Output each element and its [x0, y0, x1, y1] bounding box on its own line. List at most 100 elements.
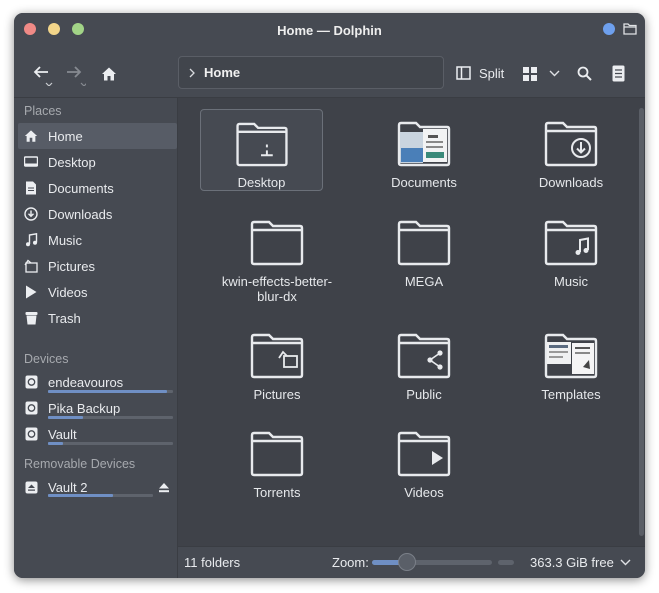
eject-icon — [158, 482, 169, 492]
breadcrumb-home[interactable]: Home — [204, 65, 240, 80]
sidebar-item-label: endeavouros — [48, 374, 124, 390]
folder-videos-icon — [397, 431, 451, 477]
file-item-label: Templates — [541, 387, 601, 402]
disk-icon — [24, 401, 38, 415]
file-item-label: kwin-effects-better-blur-dx — [221, 274, 333, 304]
sidebar-item-label: Pictures — [48, 258, 95, 274]
sidebar-item-label: Videos — [48, 284, 88, 300]
file-item-label: Music — [554, 274, 588, 289]
folder-music-icon — [544, 220, 598, 266]
disk-icon — [24, 427, 38, 441]
sidebar-item-documents[interactable]: Documents — [18, 175, 177, 201]
disk-icon — [24, 375, 38, 389]
view-mode-button[interactable] — [522, 66, 537, 81]
title-bar: Home — Dolphin — [14, 13, 645, 48]
folder-templates-icon — [544, 333, 598, 379]
sidebar-item-label: Documents — [48, 180, 114, 196]
zoom-slider-handle[interactable] — [398, 553, 416, 571]
file-item-downloads[interactable]: Downloads — [501, 109, 641, 190]
sidebar-item-videos[interactable]: Videos — [18, 279, 177, 305]
back-button[interactable] — [32, 64, 54, 86]
file-item-label: Torrents — [253, 485, 301, 500]
file-item-label: Downloads — [538, 175, 604, 190]
folder-desktop-icon — [235, 122, 288, 167]
sidebar-item-label: Music — [48, 232, 82, 248]
search-button[interactable] — [576, 65, 592, 81]
free-space-label[interactable]: 363.3 GiB free — [530, 555, 614, 570]
forward-button[interactable] — [64, 64, 86, 86]
desktop-icon — [24, 155, 38, 169]
grid-icon — [522, 66, 537, 81]
device-usage-bar — [48, 494, 153, 497]
folder-count: 11 folders — [184, 555, 241, 570]
sidebar-item-music[interactable]: Music — [18, 227, 177, 253]
home-icon — [102, 67, 116, 81]
picture-icon — [24, 259, 38, 273]
window-title: Home — Dolphin — [277, 23, 382, 38]
folder-icon — [250, 220, 304, 266]
toolbar: Home Split — [14, 48, 645, 98]
places-panel: Places Home Desktop Documents Downloads — [14, 98, 178, 578]
home-button[interactable] — [100, 65, 118, 83]
status-bar: 11 folders Zoom: 363.3 GiB free — [178, 546, 645, 578]
view-mode-dropdown[interactable] — [548, 68, 560, 78]
sidebar-item-label: Home — [48, 128, 83, 144]
sidebar-item-desktop[interactable]: Desktop — [18, 149, 177, 175]
menu-button[interactable] — [611, 64, 625, 82]
file-view[interactable]: Desktop Documents Downloads kwin-effects… — [178, 98, 645, 546]
home-icon — [24, 129, 38, 143]
sidebar-item-label: Trash — [48, 310, 81, 326]
file-item-mega[interactable]: MEGA — [354, 208, 494, 289]
device-usage-bar — [48, 416, 173, 419]
file-item-music[interactable]: Music — [501, 208, 641, 289]
music-note-icon — [24, 233, 38, 247]
folder-documents-icon — [397, 121, 451, 167]
file-item-label: Public — [406, 387, 442, 402]
file-item-pictures[interactable]: Pictures — [207, 321, 347, 402]
sidebar-item-pictures[interactable]: Pictures — [18, 253, 177, 279]
devices-section-title: Devices — [24, 352, 69, 366]
app-folder-icon — [623, 23, 637, 35]
device-usage-bar — [48, 390, 173, 393]
file-item-torrents[interactable]: Torrents — [207, 419, 347, 500]
zoom-label: Zoom: — [332, 555, 369, 570]
chevron-down-icon — [549, 70, 559, 76]
sidebar-item-label: Vault 2 — [48, 479, 88, 495]
sidebar-item-trash[interactable]: Trash — [18, 305, 177, 331]
hamburger-menu-icon — [612, 65, 624, 81]
folder-icon — [250, 431, 304, 477]
device-usage-bar — [48, 442, 173, 445]
sidebar-item-label: Vault — [48, 426, 77, 442]
file-item-public[interactable]: Public — [354, 321, 494, 402]
arrow-left-icon — [33, 66, 53, 86]
eject-button[interactable] — [157, 481, 170, 493]
sidebar-item-downloads[interactable]: Downloads — [18, 201, 177, 227]
file-item-documents[interactable]: Documents — [354, 109, 494, 190]
file-item-videos[interactable]: Videos — [354, 419, 494, 500]
keep-above-button[interactable] — [603, 23, 615, 35]
sidebar-item-label: Desktop — [48, 154, 96, 170]
file-item-label: Pictures — [253, 387, 301, 402]
folder-downloads-icon — [544, 121, 598, 167]
play-icon — [24, 285, 38, 299]
sidebar-item-home[interactable]: Home — [18, 123, 177, 149]
free-space-bar — [498, 560, 514, 565]
file-item-templates[interactable]: Templates — [501, 321, 641, 402]
file-item-label: Videos — [404, 485, 444, 500]
chevron-down-icon[interactable] — [620, 559, 631, 566]
download-icon — [24, 207, 38, 221]
split-view-button[interactable]: Split — [456, 64, 504, 82]
vertical-scrollbar[interactable] — [639, 108, 644, 536]
file-item-desktop[interactable]: Desktop — [200, 109, 323, 191]
dolphin-window: Home — Dolphin Home Split Places Home De… — [14, 13, 645, 578]
file-item-label: Documents — [391, 175, 457, 190]
split-view-icon — [456, 66, 471, 80]
sidebar-item-label: Pika Backup — [48, 400, 121, 416]
location-bar[interactable]: Home — [178, 56, 444, 89]
folder-pictures-icon — [250, 333, 304, 379]
split-label: Split — [479, 65, 505, 81]
trash-icon — [24, 311, 38, 325]
zoom-slider[interactable] — [372, 560, 492, 565]
file-item-kwin-effects-better-blur-dx[interactable]: kwin-effects-better-blur-dx — [207, 208, 347, 304]
chevron-right-icon — [189, 68, 195, 77]
